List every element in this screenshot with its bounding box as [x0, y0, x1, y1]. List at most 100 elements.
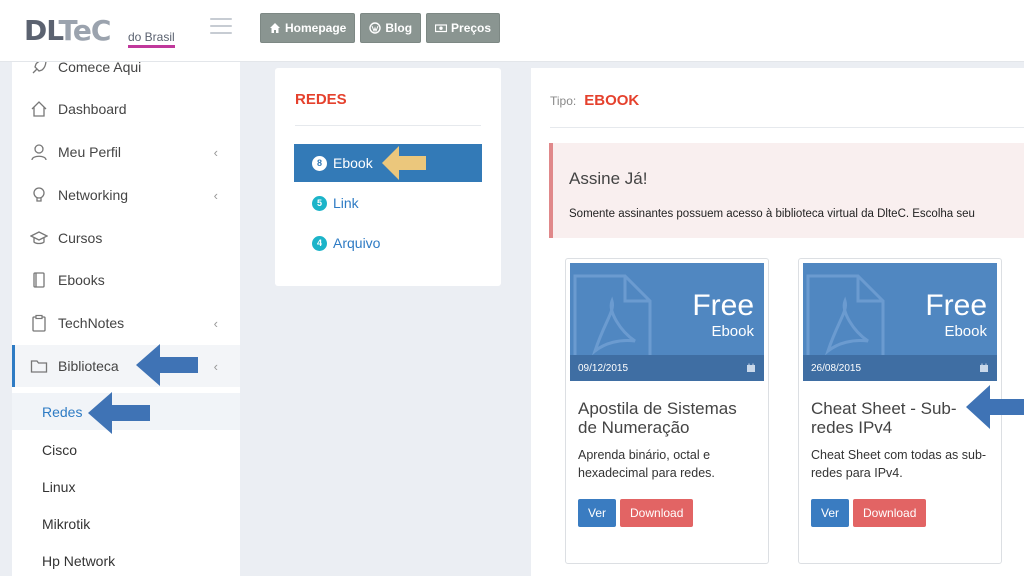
download-button[interactable]: Download: [620, 499, 694, 527]
annotation-arrow-icon: [136, 344, 198, 386]
home-icon: [270, 23, 280, 33]
sidebar-subitem-hp-network[interactable]: Hp Network: [12, 542, 240, 576]
logo-text: DLTeC: [24, 14, 111, 47]
homepage-label: Homepage: [285, 21, 347, 35]
sidebar: Comece Aqui Dashboard Meu Perfil ‹ Netwo…: [12, 62, 240, 576]
tipo-label: Tipo:: [550, 94, 577, 108]
sidebar-subitem-cisco[interactable]: Cisco: [12, 431, 240, 468]
count-badge: 4: [312, 235, 327, 251]
sidebar-subitem-label: Mikrotik: [42, 515, 91, 532]
money-icon: [435, 24, 448, 33]
blog-label: Blog: [385, 21, 413, 35]
tipo-value: EBOOK: [584, 92, 640, 109]
kind-label: Ebook: [711, 323, 754, 340]
date-text: 09/12/2015: [578, 362, 629, 374]
book-icon: [30, 271, 48, 289]
category-item-label: Link: [333, 195, 359, 211]
sidebar-subitem-label: Linux: [42, 478, 76, 495]
calendar-icon: [980, 363, 988, 372]
sidebar-item-cursos[interactable]: Cursos: [12, 217, 240, 259]
sidebar-item-biblioteca[interactable]: Biblioteca ‹: [12, 345, 240, 387]
clipboard-icon: [30, 314, 48, 332]
sidebar-item-label: Biblioteca: [58, 358, 119, 374]
logo-subtitle: do Brasil: [128, 30, 175, 48]
rocket-icon: [30, 62, 48, 76]
view-button[interactable]: Ver: [578, 499, 617, 527]
sidebar-item-networking[interactable]: Networking ‹: [12, 174, 240, 216]
blog-button[interactable]: Blog: [360, 13, 422, 43]
ebook-card: Free Ebook 09/12/2015 Apostila de Sistem…: [565, 258, 769, 564]
download-button[interactable]: Download: [853, 499, 927, 527]
sidebar-item-label: TechNotes: [58, 315, 125, 331]
calendar-icon: [747, 363, 755, 372]
sidebar-item-dashboard[interactable]: Dashboard: [12, 88, 240, 130]
category-item-label: Arquivo: [333, 235, 381, 251]
card-title[interactable]: Apostila de Sistemas de Numeração: [578, 399, 758, 437]
view-button[interactable]: Ver: [811, 499, 850, 527]
alert-text: Somente assinantes possuem acesso à bibl…: [569, 208, 975, 220]
sidebar-item-meu-perfil[interactable]: Meu Perfil ‹: [12, 131, 240, 173]
chevron-left-icon: ‹: [213, 359, 218, 374]
sidebar-item-label: Cursos: [58, 230, 103, 246]
sidebar-item-technotes[interactable]: TechNotes ‹: [12, 302, 240, 344]
divider: [550, 127, 1024, 128]
divider: [295, 125, 481, 126]
sidebar-subitem-linux[interactable]: Linux: [12, 468, 240, 505]
free-label: Free: [692, 289, 754, 322]
sidebar-subitem-label: Cisco: [42, 441, 78, 458]
tipo-header: Tipo: EBOOK: [550, 92, 639, 109]
wordpress-icon: [369, 22, 382, 34]
sidebar-item-label: Ebooks: [58, 272, 105, 288]
category-item-label: Ebook: [333, 155, 373, 171]
sidebar-item-label: Networking: [58, 187, 129, 203]
menu-toggle-icon[interactable]: [210, 18, 232, 34]
date-bar: 26/08/2015: [803, 355, 997, 381]
sidebar-item-comece-aqui[interactable]: Comece Aqui: [12, 62, 240, 88]
subscription-alert: Assine Já! Somente assinantes possuem ac…: [549, 143, 1024, 238]
chevron-left-icon: ‹: [213, 188, 218, 203]
precos-label: Preços: [451, 21, 492, 35]
card-title[interactable]: Cheat Sheet - Sub-redes IPv4: [811, 399, 991, 437]
sidebar-subitem-label: Hp Network: [42, 552, 116, 569]
free-label: Free: [925, 289, 987, 322]
category-item-link[interactable]: 5 Link: [294, 184, 482, 222]
homepage-button[interactable]: Homepage: [260, 13, 356, 43]
sidebar-item-label: Comece Aqui: [58, 62, 142, 75]
category-item-arquivo[interactable]: 4 Arquivo: [294, 224, 482, 262]
folder-icon: [30, 357, 48, 375]
card-description: Cheat Sheet com todas as sub-redes para …: [811, 448, 987, 480]
ebook-cover[interactable]: Free Ebook 26/08/2015: [803, 263, 997, 381]
graduation-cap-icon: [30, 229, 48, 247]
logo-tec: TeC: [58, 14, 111, 47]
annotation-arrow-icon: [966, 385, 1024, 429]
count-badge: 8: [312, 155, 327, 171]
main-panel: Tipo: EBOOK Assine Já! Somente assinante…: [531, 68, 1024, 576]
logo[interactable]: DLTeC do Brasil: [24, 14, 175, 48]
chevron-left-icon: ‹: [213, 316, 218, 331]
kind-label: Ebook: [944, 323, 987, 340]
sidebar-item-label: Dashboard: [58, 101, 127, 117]
category-title: REDES: [295, 91, 347, 108]
card-description: Aprenda binário, octal e hexadecimal par…: [578, 448, 715, 480]
home-icon: [30, 100, 48, 118]
sidebar-item-label: Meu Perfil: [58, 144, 122, 160]
top-header: DLTeC do Brasil Homepage Blog Preços: [0, 0, 1024, 62]
ebook-cover[interactable]: Free Ebook 09/12/2015: [570, 263, 764, 381]
user-icon: [30, 143, 48, 161]
sidebar-item-ebooks[interactable]: Ebooks: [12, 259, 240, 301]
annotation-arrow-icon: [382, 146, 426, 180]
chevron-left-icon: ‹: [213, 145, 218, 160]
precos-button[interactable]: Preços: [426, 13, 501, 43]
card-actions: Ver Download: [578, 499, 694, 527]
date-text: 26/08/2015: [811, 362, 862, 374]
card-actions: Ver Download: [811, 499, 927, 527]
sidebar-subitem-mikrotik[interactable]: Mikrotik: [12, 505, 240, 542]
count-badge: 5: [312, 195, 327, 211]
date-bar: 09/12/2015: [570, 355, 764, 381]
annotation-arrow-icon: [88, 392, 150, 434]
sidebar-subitem-label: Redes: [42, 403, 83, 420]
logo-dl: DL: [24, 14, 59, 47]
top-nav: Homepage Blog Preços: [260, 13, 501, 43]
lightbulb-icon: [30, 186, 48, 204]
alert-title: Assine Já!: [569, 169, 648, 188]
